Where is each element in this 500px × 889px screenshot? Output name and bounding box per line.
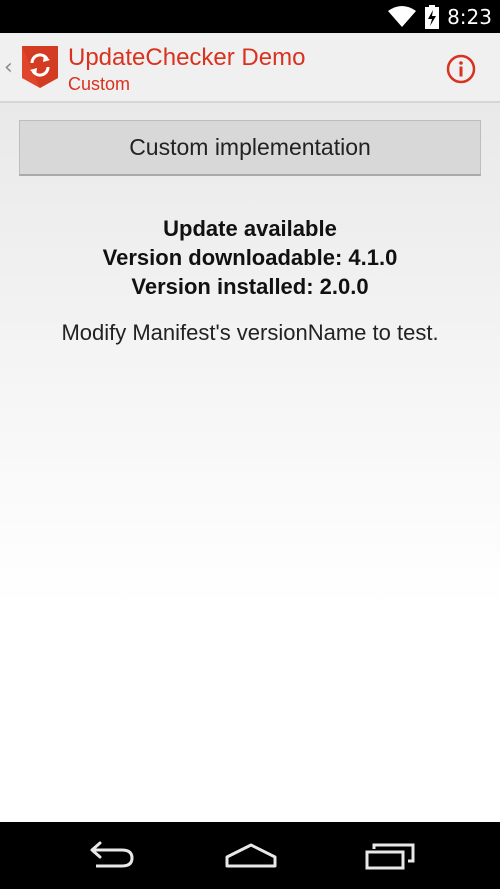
update-status-line: Update available	[163, 216, 337, 241]
wifi-icon	[387, 5, 417, 28]
up-chevron-icon[interactable]: ‹	[4, 55, 13, 80]
action-bar: ‹ UpdateChecker Demo Custom	[0, 33, 500, 103]
status-icons: 8:23	[387, 0, 500, 33]
status-bar: 8:23	[0, 0, 500, 33]
hint-text: Modify Manifest's versionName to test.	[61, 320, 439, 345]
app-title: UpdateChecker Demo	[68, 44, 306, 71]
clock: 8:23	[447, 4, 492, 29]
app-subtitle: Custom	[68, 74, 131, 94]
custom-implementation-button[interactable]: Custom implementation	[19, 120, 481, 176]
update-status: Update available Version downloadable: 4…	[0, 214, 500, 301]
info-icon[interactable]	[446, 54, 476, 84]
battery-charging-icon	[425, 4, 440, 29]
home-icon[interactable]	[224, 840, 278, 875]
main-content: Custom implementation Update available V…	[0, 103, 500, 822]
recent-apps-icon[interactable]	[364, 840, 416, 875]
installed-version-line: Version installed: 2.0.0	[131, 274, 369, 299]
app-logo-icon[interactable]	[20, 44, 60, 90]
downloadable-version-line: Version downloadable: 4.1.0	[102, 245, 398, 270]
navigation-bar	[0, 822, 500, 889]
back-icon[interactable]	[86, 840, 136, 875]
